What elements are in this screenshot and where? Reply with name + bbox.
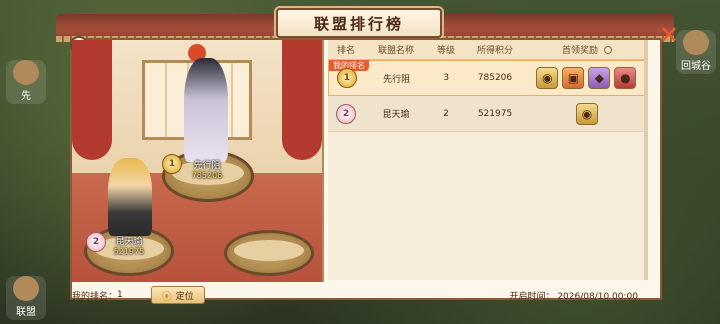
header-alliance-name: 联盟名称 — [377, 46, 414, 56]
locate-button[interactable]: ⦿ 定位 — [150, 286, 205, 304]
table-scrollbar[interactable] — [644, 40, 648, 280]
hero-second-name: 昆天瑜 — [115, 237, 143, 247]
locate-label: 定位 — [175, 291, 194, 302]
hero-first-power: 785206 — [191, 171, 223, 180]
level-cell: 3 — [443, 73, 450, 83]
rank-1-medal-icon: 1 — [162, 154, 182, 174]
alliance-icon — [13, 276, 39, 301]
podium-scene: 1 先行阻 785206 2 昆天瑜 521975 — [72, 40, 324, 282]
return-city-button[interactable]: 回城谷 — [676, 30, 716, 74]
reward-item-icon[interactable]: ◆ — [588, 67, 611, 89]
side-button-label: 先 — [21, 91, 31, 102]
table-header: 排名 联盟名称 等级 所得积分 首领奖励 — [328, 40, 648, 60]
rank-2-medal-icon: 2 — [86, 232, 106, 252]
hero-first-name: 先行阻 — [193, 161, 221, 171]
level-cell: 2 — [443, 108, 449, 119]
location-pin-icon: ⦿ — [161, 291, 172, 303]
reward-coin-icon[interactable]: ◉ — [536, 67, 559, 89]
open-time: 开启时间： 2026/08/10 00:00 — [509, 289, 638, 302]
my-rank-label: 我的排名： — [72, 291, 118, 302]
curtain-right — [282, 40, 322, 160]
table-row[interactable]: 2 昆天瑜 2 521975 ◉ — [328, 96, 648, 132]
side-button-1[interactable]: 先 — [6, 60, 46, 104]
open-time-label: 开启时间： — [509, 291, 555, 302]
ranking-table: 排名 联盟名称 等级 所得积分 首领奖励 我的排名 1 先行阻 3 785206… — [328, 40, 648, 280]
avatar — [13, 60, 39, 85]
header-rank: 排名 — [336, 46, 355, 56]
alliance-label: 联盟 — [16, 307, 36, 318]
header-rewards-label: 首领奖励 — [561, 46, 598, 56]
rewards-cell: ◉ ▣ ◆ ● — [526, 67, 647, 89]
score-cell: 785206 — [477, 73, 513, 83]
header-rewards: 首领奖励 — [526, 43, 648, 56]
hero-first[interactable] — [184, 58, 228, 162]
ranking-footer: 我的排名： 1 ⦿ 定位 开启时间： 2026/08/10 00:00 — [72, 284, 648, 306]
hero-second-label: 昆天瑜 521975 — [104, 234, 154, 256]
curtain-left — [72, 40, 112, 160]
hero-second[interactable] — [108, 158, 152, 236]
rank-1-medal-icon: 1 — [336, 68, 357, 88]
rank-cell: 1 — [329, 68, 365, 88]
rank-2-medal-icon: 2 — [336, 103, 356, 124]
alliance-name-cell: 昆天瑜 — [382, 110, 410, 120]
reward-chest-icon[interactable]: ▣ — [562, 67, 585, 89]
ranking-window: 联盟排行榜 ✕ ? 1 先行阻 785206 2 昆天瑜 521975 排名 联… — [56, 8, 679, 320]
info-icon[interactable] — [604, 45, 612, 54]
my-rank-value: 1 — [117, 290, 123, 300]
reward-coin-icon[interactable]: ◉ — [576, 102, 598, 125]
window-title: 联盟排行榜 — [276, 8, 442, 38]
alliance-name-cell: 先行阻 — [383, 74, 411, 85]
rewards-cell: ◉ — [526, 102, 648, 125]
city-icon — [683, 30, 709, 55]
table-row[interactable]: 我的排名 1 先行阻 3 785206 ◉ ▣ ◆ ● — [328, 60, 648, 96]
score-cell: 521975 — [477, 108, 513, 119]
reward-gem-icon[interactable]: ● — [614, 67, 637, 89]
header-level: 等级 — [436, 46, 455, 56]
header-score: 所得积分 — [476, 46, 513, 56]
rank-cell: 2 — [328, 103, 364, 124]
alliance-button[interactable]: 联盟 — [6, 276, 46, 320]
hero-first-label: 先行阻 785206 — [182, 158, 232, 180]
hero-second-power: 521975 — [113, 247, 145, 256]
open-time-value: 2026/08/10 00:00 — [557, 291, 638, 302]
podium-third-empty — [224, 230, 314, 276]
return-city-label: 回城谷 — [681, 61, 711, 72]
